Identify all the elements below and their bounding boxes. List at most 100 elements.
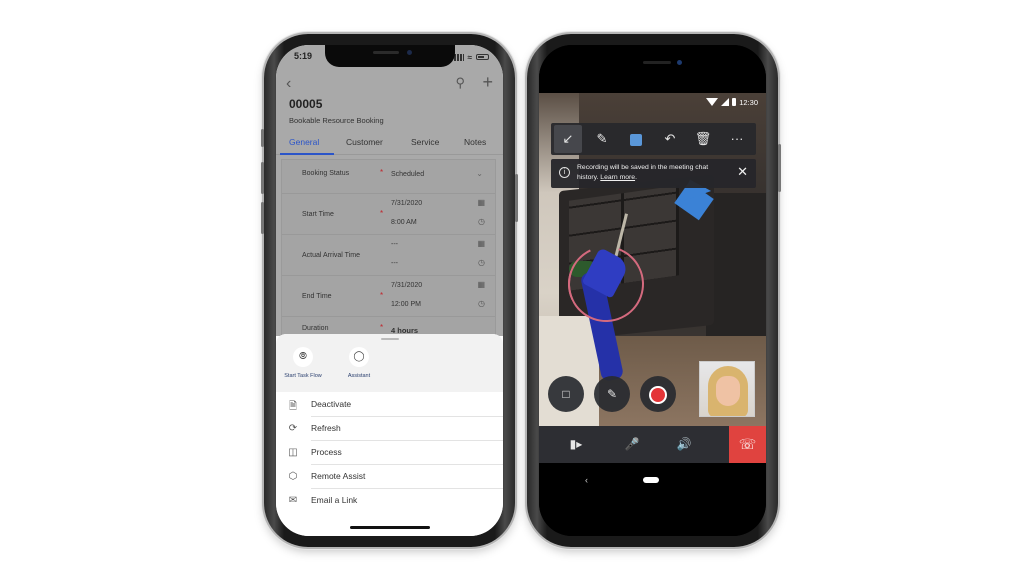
assistant-button[interactable]: ◯ Assistant xyxy=(329,347,389,379)
tab-general[interactable]: General xyxy=(289,137,319,147)
process-icon: ◫ xyxy=(288,447,298,458)
nav-back-button[interactable]: ‹ xyxy=(585,475,588,485)
menu-item-label: Remote Assist xyxy=(311,471,366,481)
remote-assist-icon: ⬡ xyxy=(288,471,298,482)
color-swatch[interactable] xyxy=(622,125,650,153)
speaker-icon[interactable]: 🔊 xyxy=(669,426,699,463)
android-navigation-bar: ‹ xyxy=(539,463,766,536)
menu-item-remote-assist[interactable]: ⬡ Remote Assist xyxy=(276,465,503,489)
delete-icon[interactable]: 🗑 xyxy=(689,125,717,153)
snapshot-annotate-button[interactable]: ✎ xyxy=(594,376,630,412)
menu-item-process[interactable]: ◫ Process xyxy=(276,441,503,465)
calendar-icon[interactable]: ▦ xyxy=(477,280,485,289)
actual-arrival-time-field: Actual Arrival Time --- --- ▦ ◷ xyxy=(282,235,495,276)
nav-home-button[interactable] xyxy=(643,477,659,483)
record-button[interactable] xyxy=(640,376,676,412)
cellular-signal-icon xyxy=(453,53,464,61)
calendar-icon[interactable]: ▦ xyxy=(477,198,485,207)
sheet-drag-handle[interactable] xyxy=(380,338,399,340)
field-label: End Time xyxy=(302,293,332,300)
left-phone-frame: 5:19 ≈ ‹ ⚲ + 00005 Bookable Resource Boo… xyxy=(261,34,518,547)
menu-item-deactivate[interactable]: 🗎 Deactivate xyxy=(276,393,503,417)
earpiece xyxy=(643,61,671,64)
earpiece xyxy=(372,51,399,54)
battery-icon xyxy=(476,54,489,60)
email-link-icon: ✉ xyxy=(288,495,298,506)
pen-icon[interactable]: ✎ xyxy=(588,125,616,153)
deactivate-document-icon: 🗎 xyxy=(288,401,298,412)
wifi-icon: ≈ xyxy=(467,52,472,62)
home-indicator[interactable] xyxy=(349,526,430,529)
field-label: Actual Arrival Time xyxy=(302,252,360,259)
menu-item-label: Email a Link xyxy=(311,495,358,505)
start-time-value[interactable]: 8:00 AM xyxy=(391,219,417,226)
end-call-icon: ☏ xyxy=(738,436,757,452)
menu-item-label: Process xyxy=(311,447,342,457)
mute-switch xyxy=(261,129,264,147)
volume-up-button xyxy=(261,162,264,194)
required-marker: * xyxy=(380,323,384,332)
active-tab-indicator xyxy=(280,153,334,155)
info-icon: i xyxy=(559,167,570,178)
recording-notice-banner: i Recording will be saved in the meeting… xyxy=(551,159,756,188)
chat-button[interactable]: □ xyxy=(548,376,584,412)
microphone-icon[interactable]: 🎤 xyxy=(617,426,647,463)
field-label: Duration xyxy=(302,325,329,332)
right-phone-frame: 12:30 ↙ ✎ ↶ 🗑 ··· i Recording will be sa… xyxy=(527,34,781,547)
notch xyxy=(324,45,455,67)
end-time-field: End Time * 7/31/2020 12:00 PM ▦ ◷ xyxy=(282,276,495,317)
end-call-button[interactable]: ☏ xyxy=(729,426,766,463)
back-button[interactable]: ‹ xyxy=(286,75,291,93)
self-view-person-face xyxy=(716,376,740,406)
arrival-date-value[interactable]: --- xyxy=(391,241,398,248)
learn-more-link[interactable]: Learn more xyxy=(600,174,635,181)
volume-down-button xyxy=(261,202,264,234)
wifi-icon xyxy=(706,98,719,106)
call-control-bar: ▮▸ 🎤 🔊 ☏ xyxy=(539,426,766,463)
annotation-toolbar: ↙ ✎ ↶ 🗑 ··· xyxy=(551,123,756,155)
clock-icon[interactable]: ◷ xyxy=(478,258,485,267)
chevron-down-icon[interactable]: ⌄ xyxy=(476,169,483,178)
start-task-flow-button[interactable]: ⦾ Start Task Flow xyxy=(276,347,333,379)
tab-notes[interactable]: Notes xyxy=(464,137,486,147)
search-button[interactable]: ⚲ xyxy=(455,75,465,91)
more-commands-sheet: ⦾ Start Task Flow ◯ Assistant 🗎 Deactiva… xyxy=(276,334,503,536)
booking-status-field[interactable]: Booking Status * Scheduled ⌄ xyxy=(282,160,495,194)
booking-status-value: Scheduled xyxy=(391,171,425,178)
self-view-video[interactable] xyxy=(699,361,755,417)
clock-icon[interactable]: ◷ xyxy=(478,299,485,308)
exit-annotation-icon[interactable]: ↙ xyxy=(554,125,582,153)
blue-color-swatch-icon xyxy=(630,133,642,146)
menu-item-label: Deactivate xyxy=(311,399,352,409)
required-marker: * xyxy=(380,209,384,218)
undo-icon[interactable]: ↶ xyxy=(656,125,684,153)
field-label: Start Time xyxy=(302,211,334,218)
menu-item-email-a-link[interactable]: ✉ Email a Link xyxy=(276,489,503,513)
android-status-bar: 12:30 xyxy=(706,97,758,107)
arrival-time-value[interactable]: --- xyxy=(391,260,398,267)
refresh-icon: ⟳ xyxy=(288,423,298,434)
tab-service[interactable]: Service xyxy=(411,137,439,147)
front-camera xyxy=(406,50,412,55)
right-phone-screen: 12:30 ↙ ✎ ↶ 🗑 ··· i Recording will be sa… xyxy=(539,45,766,536)
start-time-field: Start Time * 7/31/2020 8:00 AM ▦ ◷ xyxy=(282,194,495,235)
record-title: 00005 xyxy=(289,97,323,111)
status-time: 5:19 xyxy=(294,51,313,61)
clock-icon[interactable]: ◷ xyxy=(478,217,485,226)
more-options-button[interactable]: ··· xyxy=(723,125,751,153)
video-camera-icon[interactable]: ▮▸ xyxy=(561,426,591,463)
start-date-value[interactable]: 7/31/2020 xyxy=(391,200,422,207)
menu-item-refresh[interactable]: ⟳ Refresh xyxy=(276,417,503,441)
menu-item-label: Refresh xyxy=(311,423,341,433)
end-date-value[interactable]: 7/31/2020 xyxy=(391,282,422,289)
required-marker: * xyxy=(380,291,384,300)
calendar-icon[interactable]: ▦ xyxy=(477,239,485,248)
end-time-value[interactable]: 12:00 PM xyxy=(391,301,421,308)
close-icon[interactable]: ✕ xyxy=(737,165,748,179)
record-entity-type: Bookable Resource Booking xyxy=(289,116,384,125)
tab-customer[interactable]: Customer xyxy=(346,137,383,147)
required-marker: * xyxy=(380,168,384,177)
quick-action-label: Start Task Flow xyxy=(284,373,322,379)
cellular-signal-icon xyxy=(721,98,730,106)
add-button[interactable]: + xyxy=(482,72,493,93)
